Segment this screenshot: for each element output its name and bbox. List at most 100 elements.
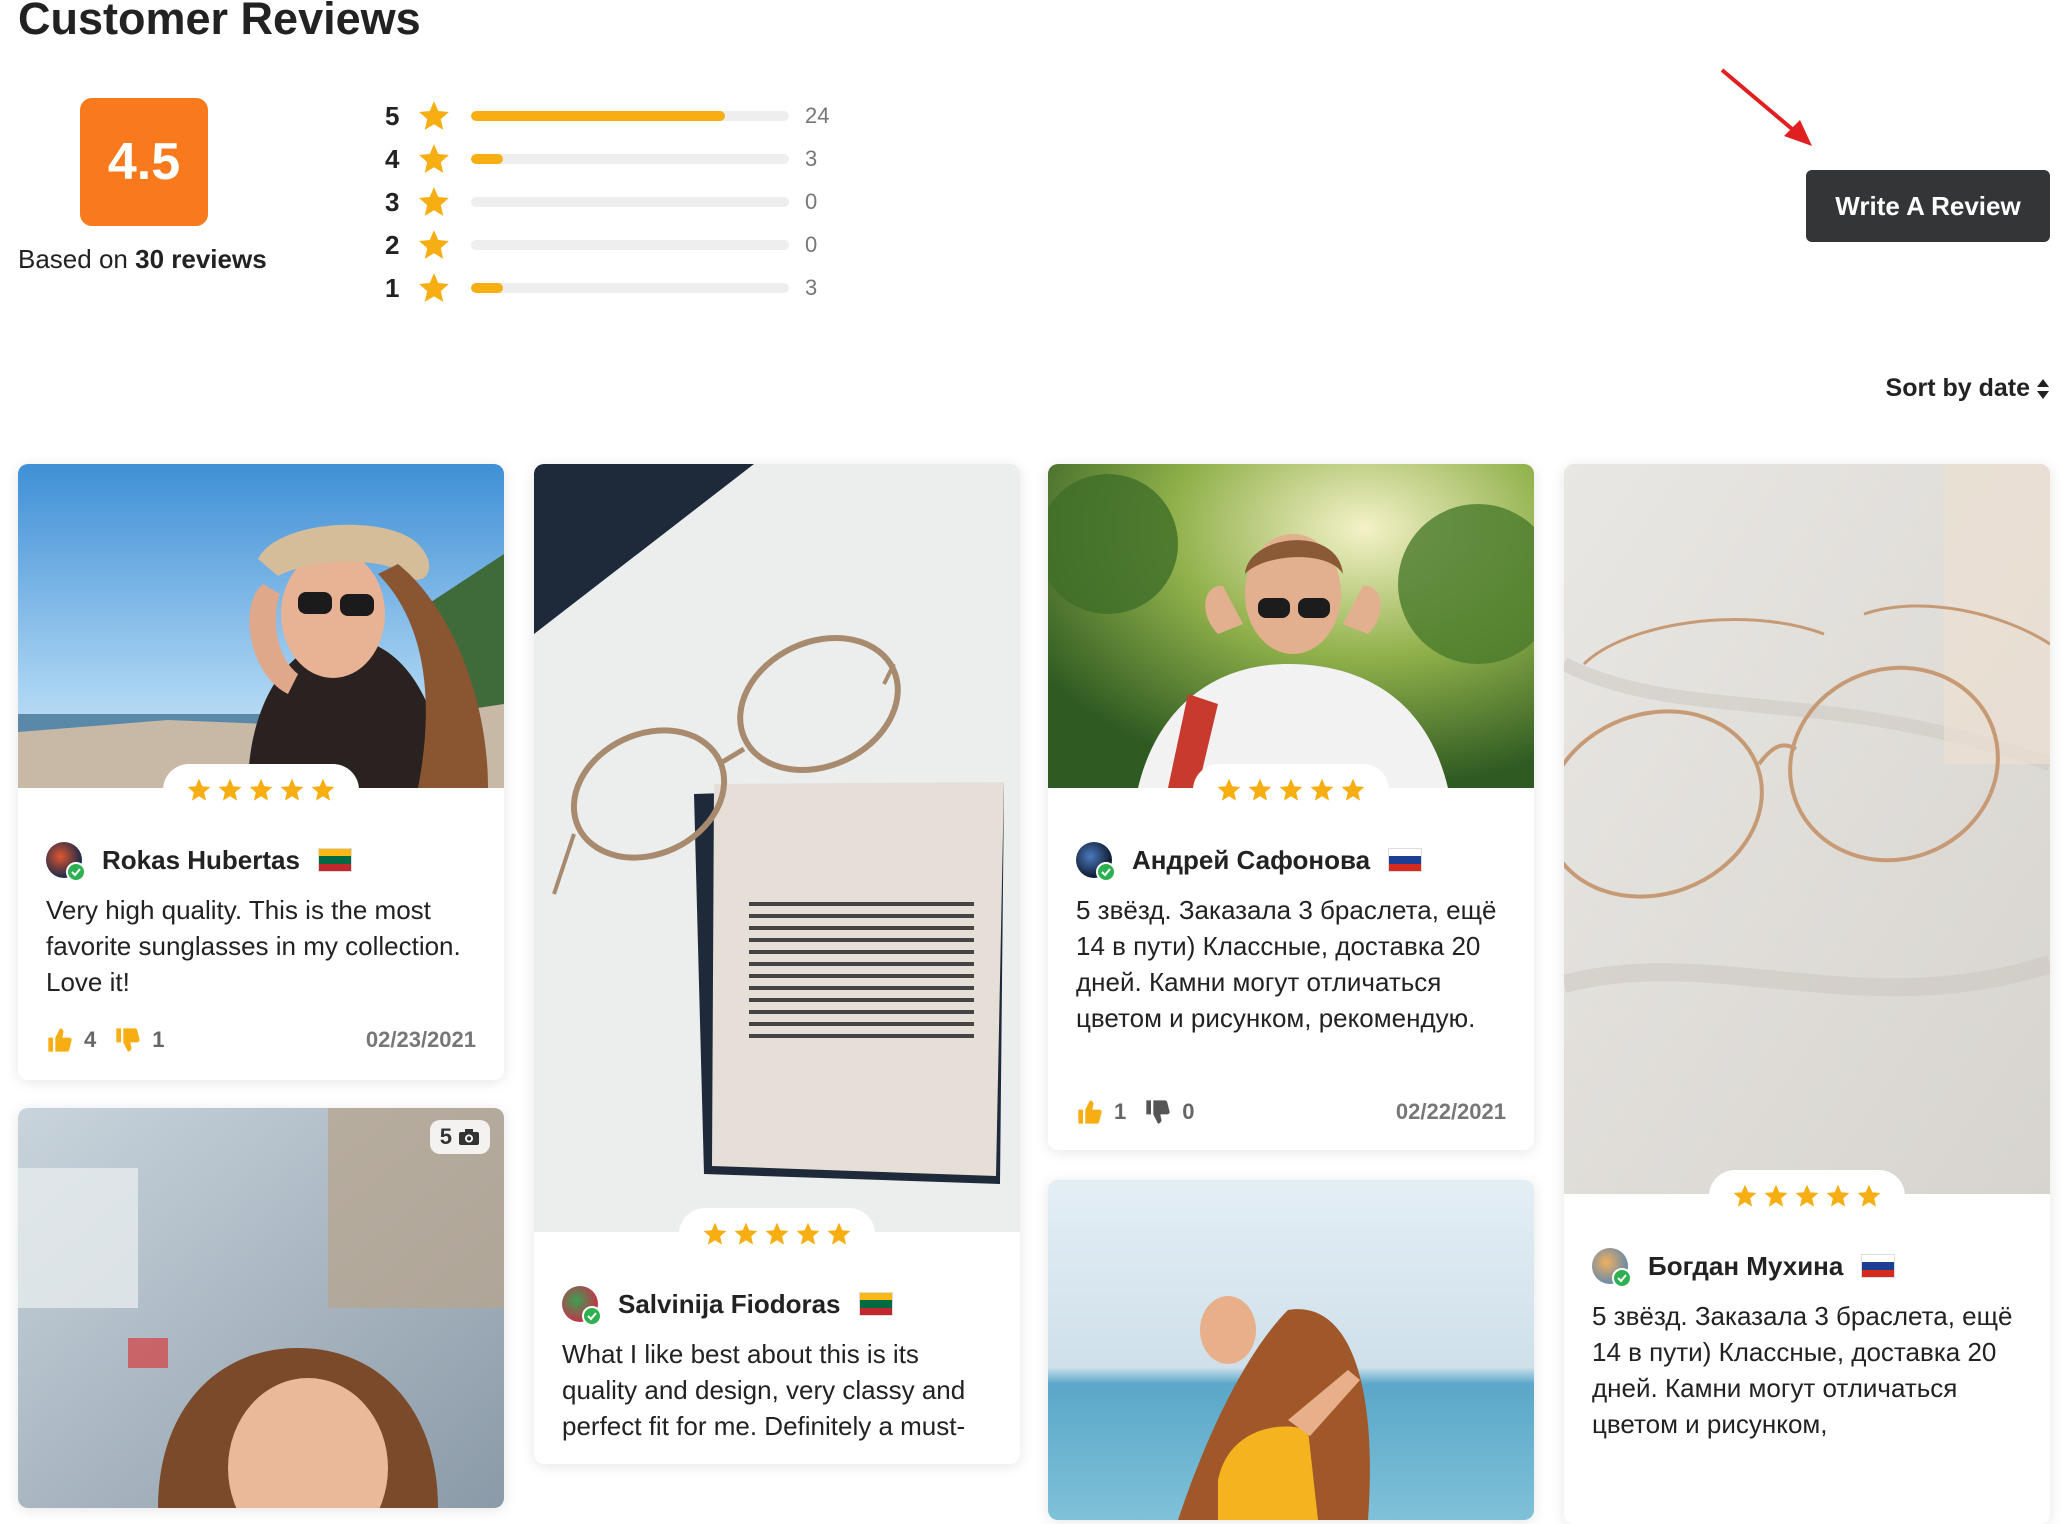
review-author: Андрей Сафонова bbox=[1076, 842, 1423, 882]
star-icon bbox=[187, 778, 211, 801]
likes-count: 4 bbox=[84, 1027, 97, 1052]
based-on-label: Based on bbox=[18, 244, 128, 274]
star-icon bbox=[1341, 778, 1365, 801]
review-card: Salvinija Fiodoras What I like best abou… bbox=[534, 464, 1020, 1464]
sort-label: Sort by date bbox=[1885, 374, 2030, 402]
verified-icon bbox=[582, 1306, 602, 1326]
star-icon bbox=[796, 1222, 820, 1245]
rating-level: 2 bbox=[385, 229, 400, 260]
annotation-arrow-icon bbox=[1720, 68, 1812, 146]
star-icon bbox=[734, 1222, 758, 1245]
average-rating-badge: 4.5 bbox=[80, 98, 208, 226]
dislikes-count: 1 bbox=[152, 1027, 165, 1052]
star-icon bbox=[1217, 778, 1241, 801]
review-photo[interactable] bbox=[534, 464, 1020, 1232]
star-icon bbox=[827, 1222, 851, 1245]
star-icon bbox=[417, 228, 451, 262]
dislikes-count: 0 bbox=[1182, 1099, 1195, 1124]
star-icon bbox=[417, 99, 451, 133]
star-icon bbox=[419, 101, 449, 130]
star-icon bbox=[1733, 1184, 1757, 1207]
avatar bbox=[562, 1286, 602, 1326]
rating-level: 1 bbox=[385, 272, 400, 303]
avatar bbox=[1592, 1248, 1632, 1288]
review-card: Богдан Мухина 5 звёзд. Заказала 3 брасле… bbox=[1564, 464, 2050, 1524]
rating-row-1[interactable]: 13 bbox=[385, 268, 817, 308]
rating-row-2[interactable]: 20 bbox=[385, 225, 817, 265]
rating-count: 3 bbox=[805, 146, 818, 171]
rating-row-3[interactable]: 30 bbox=[385, 182, 817, 222]
review-text: 5 звёзд. Заказала 3 браслета, ещё 14 в п… bbox=[1592, 1301, 2013, 1439]
review-text: What I like best about this is its quali… bbox=[562, 1339, 966, 1441]
star-icon bbox=[1857, 1184, 1881, 1207]
rating-bar-fill bbox=[471, 154, 503, 164]
star-icon bbox=[1764, 1184, 1788, 1207]
rating-count: 24 bbox=[805, 103, 830, 128]
star-icon bbox=[419, 230, 449, 259]
rating-bar-fill bbox=[471, 283, 503, 293]
rating-bar bbox=[471, 240, 789, 250]
review-card: Андрей Сафонова 5 звёзд. Заказала 3 брас… bbox=[1048, 464, 1534, 1150]
avatar bbox=[1076, 842, 1116, 882]
rating-count: 0 bbox=[805, 189, 818, 214]
lithuania-flag-icon bbox=[858, 1292, 893, 1316]
review-photo[interactable] bbox=[1564, 464, 2050, 1194]
sort-dropdown[interactable]: Sort by date bbox=[1886, 374, 2050, 403]
avatar bbox=[46, 842, 86, 882]
rating-bar bbox=[471, 111, 789, 121]
camera-icon bbox=[459, 1129, 479, 1145]
star-icon bbox=[1795, 1184, 1819, 1207]
reviews-count-text: Based on 30 reviews bbox=[18, 244, 267, 275]
thumbs-down-icon[interactable] bbox=[114, 1026, 142, 1054]
star-icon bbox=[1248, 778, 1272, 801]
author-name: Богдан Мухина bbox=[1648, 1250, 1844, 1281]
rating-bar-fill bbox=[471, 111, 726, 121]
review-photo[interactable] bbox=[18, 464, 504, 788]
rating-count: 3 bbox=[805, 275, 818, 300]
rating-bar bbox=[471, 197, 789, 207]
rating-row-4[interactable]: 43 bbox=[385, 139, 817, 179]
star-icon bbox=[703, 1222, 727, 1245]
star-icon bbox=[1279, 778, 1303, 801]
rating-stars bbox=[1193, 764, 1389, 816]
write-review-button[interactable]: Write A Review bbox=[1806, 170, 2050, 242]
photo-count: 5 bbox=[439, 1124, 452, 1149]
review-author: Богдан Мухина bbox=[1592, 1248, 1896, 1288]
rating-row-5[interactable]: 5 24 bbox=[385, 96, 829, 136]
review-votes: 4 1 02/23/2021 bbox=[46, 1026, 476, 1054]
rating-count: 0 bbox=[805, 232, 818, 257]
star-icon bbox=[419, 187, 449, 216]
thumbs-up-icon[interactable] bbox=[1076, 1098, 1104, 1126]
rating-stars bbox=[679, 1208, 875, 1260]
rating-level: 4 bbox=[385, 143, 400, 174]
verified-icon bbox=[66, 862, 86, 882]
star-icon bbox=[1826, 1184, 1850, 1207]
photo-count-badge: 5 bbox=[429, 1120, 490, 1154]
likes-count: 1 bbox=[1114, 1099, 1127, 1124]
thumbs-up-icon[interactable] bbox=[46, 1026, 74, 1054]
thumbs-down-icon[interactable] bbox=[1144, 1098, 1172, 1126]
star-icon bbox=[218, 778, 242, 801]
review-card bbox=[1048, 1180, 1534, 1520]
review-card: Rokas Hubertas Very high quality. This i… bbox=[18, 464, 504, 1080]
verified-icon bbox=[1096, 862, 1116, 882]
star-icon bbox=[1310, 778, 1334, 801]
rating-level: 3 bbox=[385, 186, 400, 217]
star-icon bbox=[249, 778, 273, 801]
author-name: Андрей Сафонова bbox=[1132, 844, 1371, 875]
star-icon bbox=[280, 778, 304, 801]
star-icon bbox=[765, 1222, 789, 1245]
review-photo[interactable] bbox=[1048, 464, 1534, 788]
review-photo[interactable] bbox=[18, 1108, 504, 1508]
review-author: Salvinija Fiodoras bbox=[562, 1286, 893, 1326]
review-date: 02/22/2021 bbox=[1395, 1099, 1506, 1124]
star-icon bbox=[417, 185, 451, 219]
reviews-count: 30 reviews bbox=[135, 244, 267, 274]
author-name: Salvinija Fiodoras bbox=[618, 1288, 841, 1319]
russia-flag-icon bbox=[1861, 1254, 1896, 1278]
review-votes: 1 0 02/22/2021 bbox=[1076, 1098, 1506, 1126]
rating-level: 5 bbox=[385, 100, 400, 131]
review-card: 5 bbox=[18, 1108, 504, 1508]
page-title: Customer Reviews bbox=[18, 0, 421, 44]
review-photo[interactable] bbox=[1048, 1180, 1534, 1520]
